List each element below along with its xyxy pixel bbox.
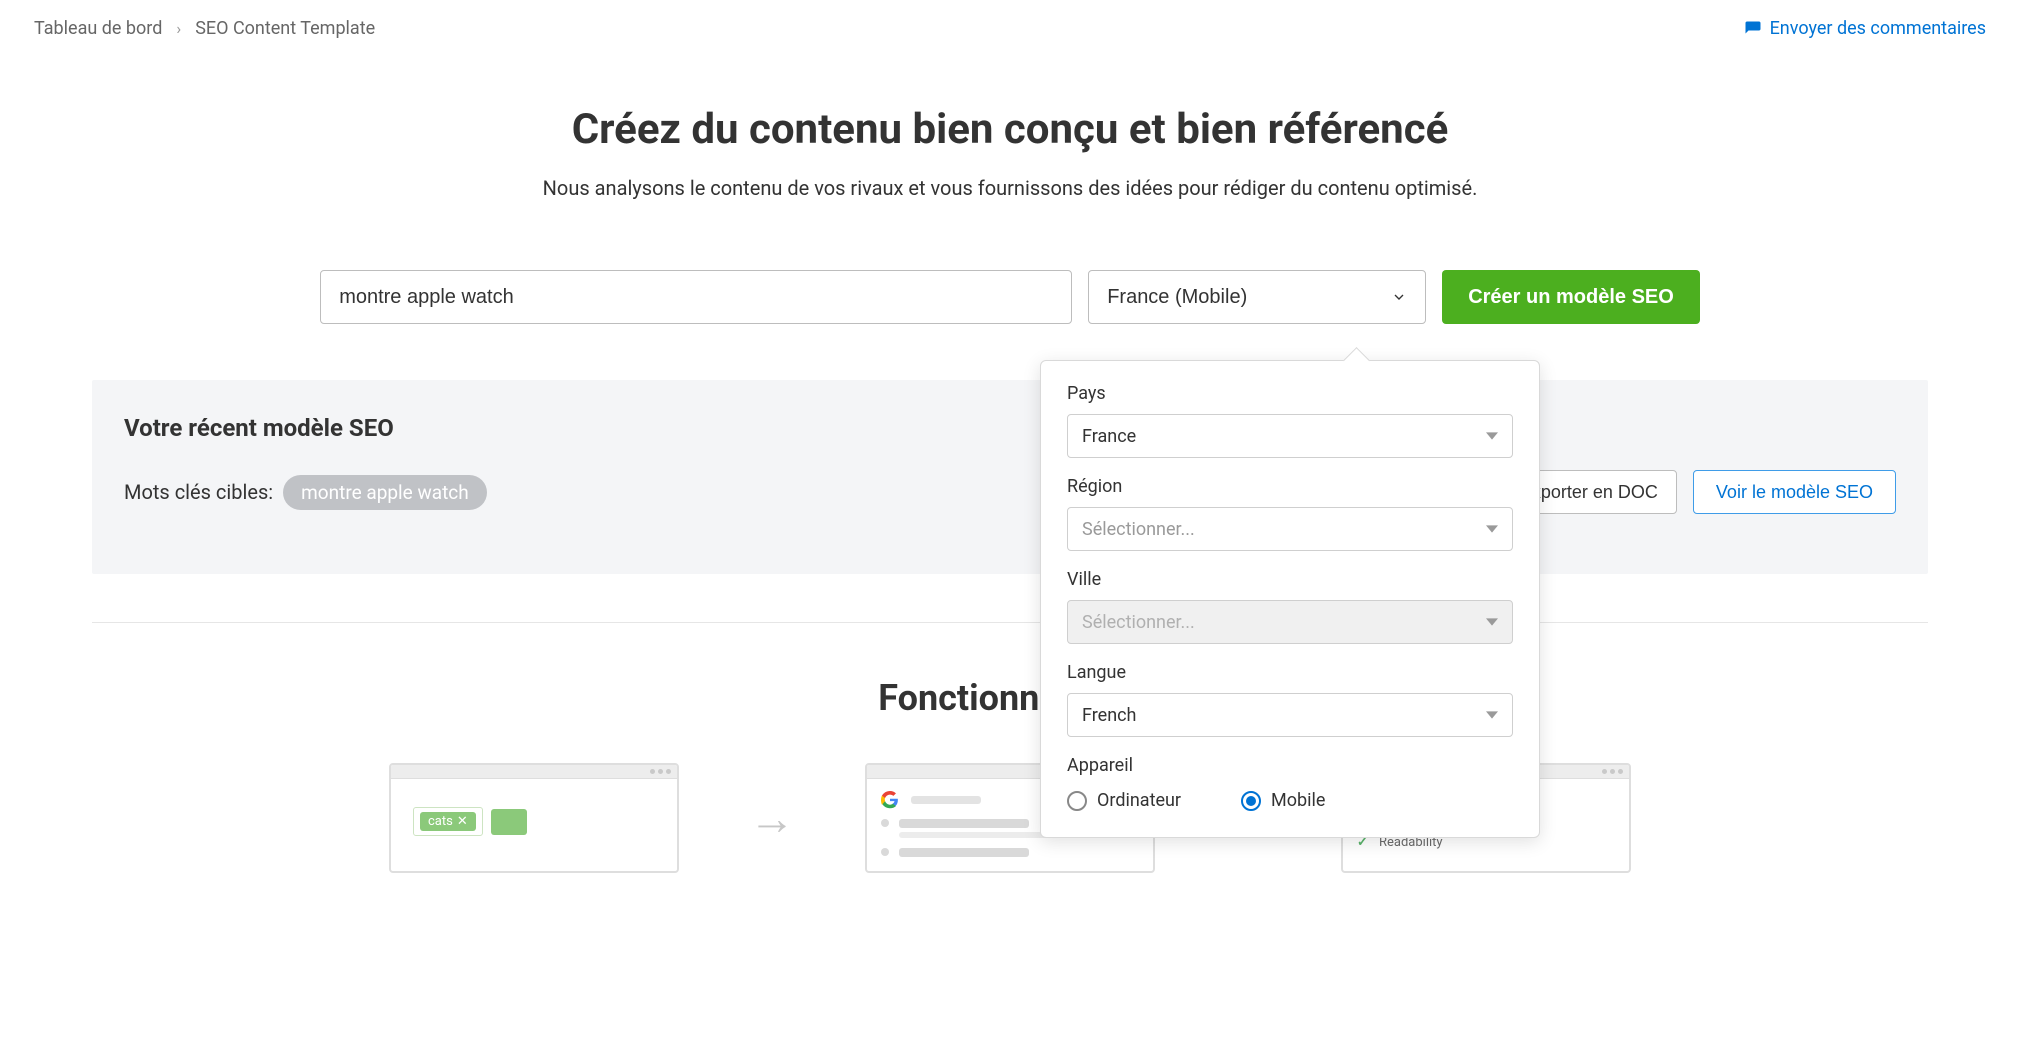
device-label: Appareil [1067, 755, 1513, 776]
region-select-trigger[interactable]: France (Mobile) [1088, 270, 1426, 324]
language-select[interactable]: French [1067, 693, 1513, 737]
city-select: Sélectionner... [1067, 600, 1513, 644]
target-keywords-label: Mots clés cibles: [124, 480, 273, 504]
city-placeholder: Sélectionner... [1082, 612, 1195, 633]
region-select[interactable]: Sélectionner... [1067, 507, 1513, 551]
caret-down-icon [1486, 616, 1498, 628]
keyword-chip: montre apple watch [283, 475, 487, 510]
breadcrumb-current: SEO Content Template [195, 18, 375, 39]
page-subtitle: Nous analysons le contenu de vos rivaux … [0, 176, 2020, 200]
breadcrumb-home[interactable]: Tableau de bord [34, 18, 162, 39]
country-label: Pays [1067, 383, 1513, 404]
region-placeholder: Sélectionner... [1082, 519, 1195, 540]
breadcrumb: Tableau de bord › SEO Content Template [34, 18, 375, 39]
city-label: Ville [1067, 569, 1513, 590]
region-label: Région [1067, 476, 1513, 497]
create-seo-template-button[interactable]: Créer un modèle SEO [1442, 270, 1700, 324]
how-it-works-diagram: cats ✕ → → ✓Semantically related words ✓… [0, 763, 2020, 873]
google-logo-icon [881, 791, 899, 809]
speech-bubble-icon [1744, 20, 1762, 38]
page-title: Créez du contenu bien conçu et bien réfé… [0, 105, 2020, 154]
send-feedback-link[interactable]: Envoyer des commentaires [1744, 18, 1986, 39]
radio-label: Ordinateur [1097, 790, 1181, 811]
recent-template-card: Votre récent modèle SEO Mots clés cibles… [92, 380, 1928, 574]
radio-label: Mobile [1271, 790, 1325, 811]
feedback-label: Envoyer des commentaires [1770, 18, 1986, 39]
recent-template-title: Votre récent modèle SEO [124, 414, 1896, 442]
radio-icon [1067, 791, 1087, 811]
device-radio-mobile[interactable]: Mobile [1241, 790, 1325, 811]
keywords-input[interactable] [320, 270, 1072, 324]
language-label: Langue [1067, 662, 1513, 683]
chevron-right-icon: › [176, 19, 181, 38]
caret-down-icon [1486, 430, 1498, 442]
country-value: France [1082, 426, 1136, 447]
view-template-button[interactable]: Voir le modèle SEO [1693, 470, 1896, 514]
arrow-right-icon: → [749, 791, 795, 846]
how-it-works-title: Fonctionnement [0, 677, 2020, 719]
language-value: French [1082, 705, 1136, 726]
radio-icon [1241, 791, 1261, 811]
device-radio-desktop[interactable]: Ordinateur [1067, 790, 1181, 811]
divider [92, 622, 1928, 623]
country-select[interactable]: France [1067, 414, 1513, 458]
caret-down-icon [1486, 523, 1498, 535]
region-select-value: France (Mobile) [1107, 286, 1247, 309]
diagram-step-input: cats ✕ [389, 763, 679, 873]
region-settings-popover: Pays France Région Sélectionner... Ville… [1040, 360, 1540, 838]
caret-down-icon [1486, 709, 1498, 721]
chevron-down-icon [1391, 289, 1407, 305]
